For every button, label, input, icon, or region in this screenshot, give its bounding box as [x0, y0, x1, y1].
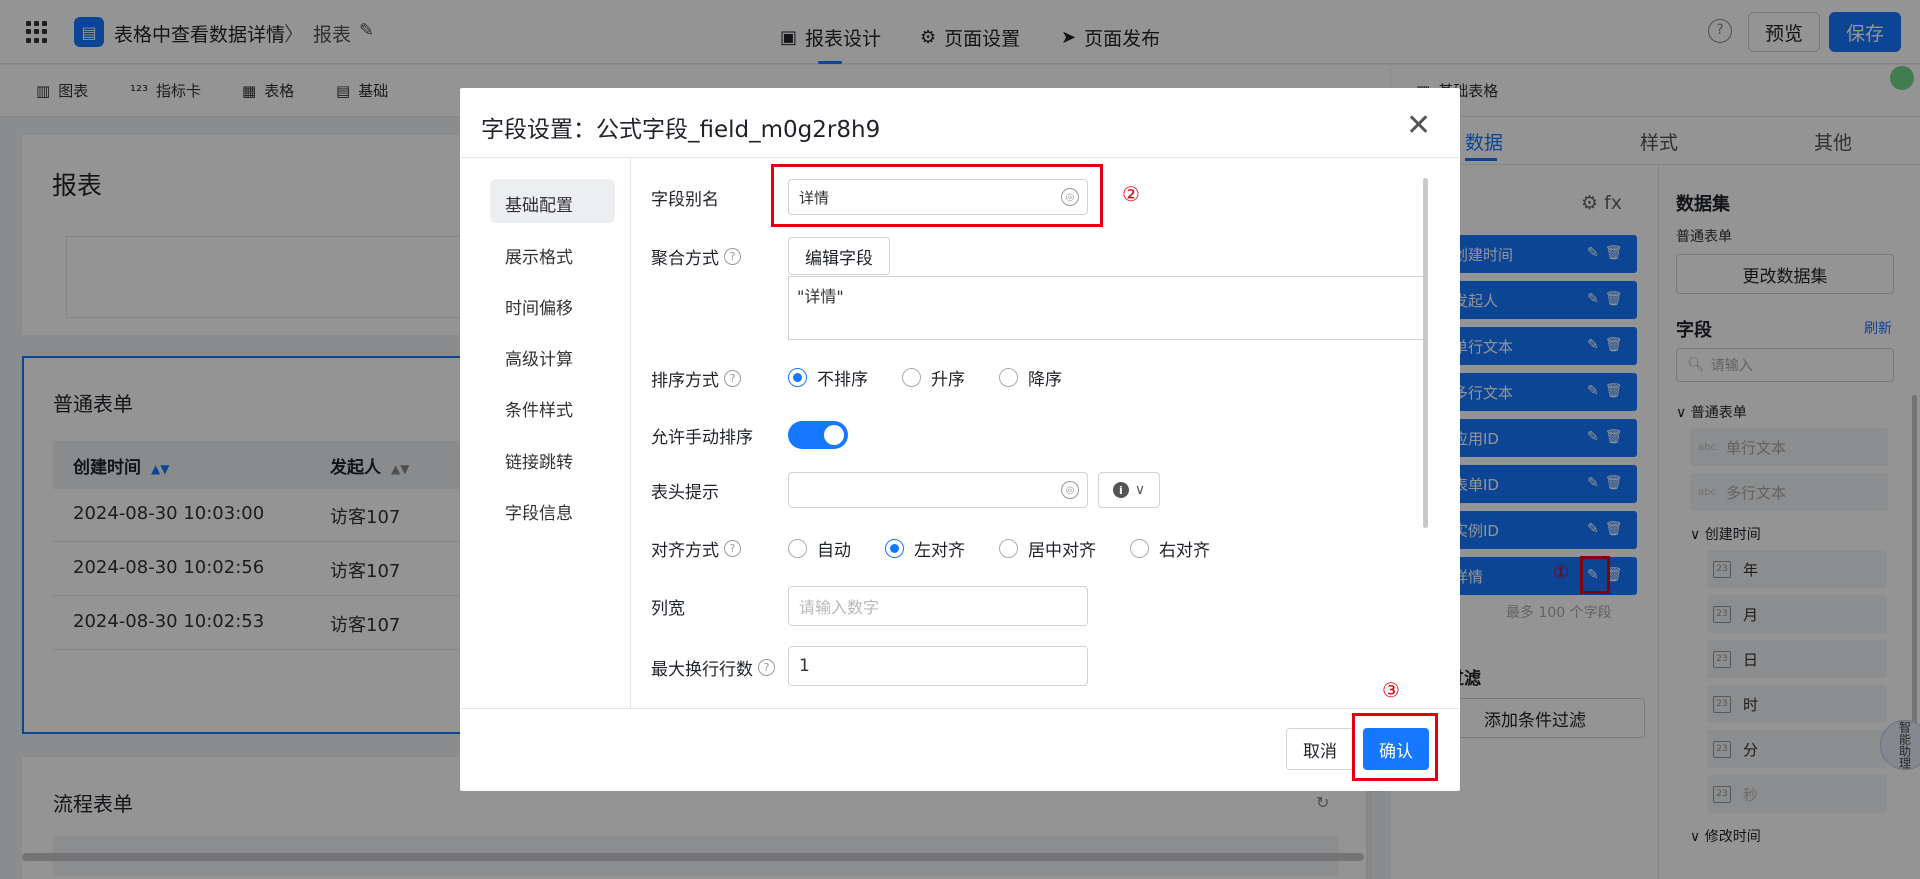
globe-icon[interactable]: ◎	[1061, 481, 1079, 499]
dialog-header-divider	[460, 157, 1460, 158]
sort-radio-group: 不排序 升序 降序	[788, 365, 1096, 390]
annotation-3: ③	[1382, 678, 1400, 702]
aggregation-label: 聚合方式?	[651, 244, 741, 269]
radio-label: 居中对齐	[1028, 541, 1096, 561]
radio-button[interactable]	[999, 368, 1018, 387]
align-radio-group: 自动 左对齐 居中对齐 右对齐	[788, 536, 1244, 561]
width-input[interactable]: 请输入数字	[788, 586, 1088, 626]
radio-button[interactable]	[885, 539, 904, 558]
chevron-down-icon: ∨	[1134, 482, 1146, 498]
manual-sort-toggle[interactable]	[788, 421, 848, 449]
annotation-box-confirm	[1352, 713, 1438, 781]
dialog-side-divider	[630, 158, 631, 708]
radio-button[interactable]	[999, 539, 1018, 558]
annotation-2: ②	[1122, 182, 1140, 206]
label-text: 聚合方式	[651, 249, 719, 269]
formula-preview[interactable]: "详情"	[788, 276, 1424, 340]
close-icon[interactable]: ✕	[1406, 111, 1431, 141]
dialog-footer-divider	[460, 708, 1460, 709]
side-item-display-format[interactable]: 展示格式	[505, 243, 573, 268]
tip-icon-select[interactable]: i ∨	[1098, 472, 1160, 508]
header-tip-label: 表头提示	[651, 483, 719, 503]
help-icon[interactable]: ?	[724, 540, 741, 557]
sort-option-asc[interactable]: 升序	[902, 365, 965, 390]
help-icon[interactable]: ?	[724, 248, 741, 265]
cancel-button[interactable]: 取消	[1286, 728, 1354, 770]
side-item-time-offset[interactable]: 时间偏移	[505, 294, 573, 319]
radio-label: 左对齐	[914, 541, 965, 561]
radio-label: 升序	[931, 370, 965, 390]
side-item-field-info[interactable]: 字段信息	[505, 499, 573, 524]
radio-label: 自动	[817, 541, 851, 561]
edit-field-button[interactable]: 编辑字段	[788, 237, 890, 275]
radio-button[interactable]	[902, 368, 921, 387]
side-item-conditional-style[interactable]: 条件样式	[505, 396, 573, 421]
radio-label: 右对齐	[1159, 541, 1210, 561]
help-icon[interactable]: ?	[724, 370, 741, 387]
max-lines-label: 最大换行行数?	[651, 655, 775, 680]
dialog-title: 字段设置：公式字段_field_m0g2r8h9	[481, 117, 881, 143]
alias-label: 字段别名	[651, 190, 719, 210]
align-option-center[interactable]: 居中对齐	[999, 536, 1096, 561]
align-option-right[interactable]: 右对齐	[1130, 536, 1210, 561]
align-option-left[interactable]: 左对齐	[885, 536, 965, 561]
max-lines-input[interactable]: 1	[788, 646, 1088, 686]
radio-label: 不排序	[817, 370, 868, 390]
dialog-scrollbar[interactable]	[1423, 178, 1428, 528]
side-item-link-jump[interactable]: 链接跳转	[505, 448, 573, 473]
info-icon: i	[1112, 482, 1129, 498]
width-label: 列宽	[651, 599, 685, 619]
label-text: 对齐方式	[651, 541, 719, 561]
align-option-auto[interactable]: 自动	[788, 536, 851, 561]
sort-option-none[interactable]: 不排序	[788, 365, 868, 390]
annotation-box-alias	[771, 164, 1103, 227]
radio-button[interactable]	[1130, 539, 1149, 558]
sort-option-desc[interactable]: 降序	[999, 365, 1062, 390]
align-label: 对齐方式?	[651, 536, 741, 561]
label-text: 排序方式	[651, 371, 719, 391]
side-item-advanced-calc[interactable]: 高级计算	[505, 345, 573, 370]
sort-label: 排序方式?	[651, 366, 741, 391]
radio-button[interactable]	[788, 368, 807, 387]
radio-label: 降序	[1028, 370, 1062, 390]
side-item-basic-config[interactable]: 基础配置	[505, 191, 573, 216]
radio-button[interactable]	[788, 539, 807, 558]
label-text: 最大换行行数	[651, 660, 753, 680]
manual-sort-label: 允许手动排序	[651, 428, 753, 448]
help-icon[interactable]: ?	[758, 659, 775, 676]
header-tip-input[interactable]: ◎	[788, 472, 1088, 508]
